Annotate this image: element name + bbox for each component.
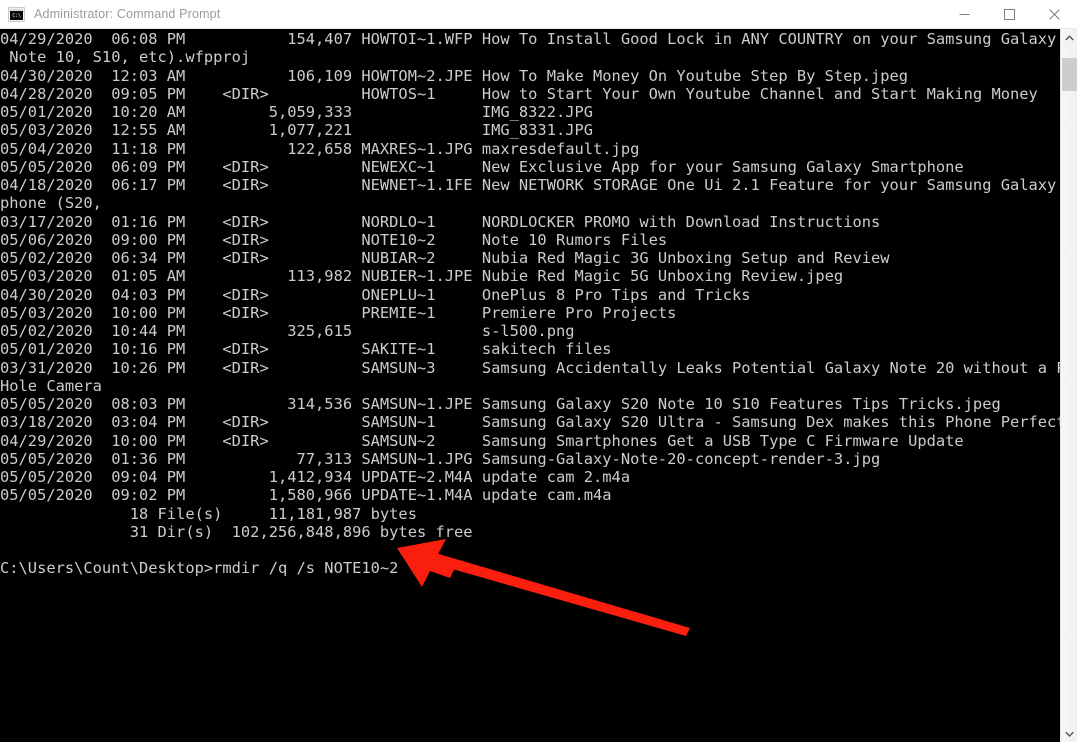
close-icon <box>1049 8 1060 20</box>
chevron-up-icon <box>1064 34 1074 40</box>
scrollbar-track-lower[interactable] <box>1061 91 1077 725</box>
icon-glyph: C:\ <box>10 10 23 20</box>
window-title: Administrator: Command Prompt <box>34 7 221 21</box>
scrollbar-thumb[interactable] <box>1062 58 1077 91</box>
maximize-button[interactable] <box>987 0 1032 29</box>
scroll-down-button[interactable] <box>1061 725 1077 742</box>
console-text: 04/29/2020 06:08 PM 154,407 HOWTOI~1.WFP… <box>0 30 1060 578</box>
window-controls <box>942 0 1077 29</box>
scroll-up-button[interactable] <box>1061 29 1077 46</box>
maximize-icon <box>1004 8 1015 20</box>
command-prompt-icon: C:\ <box>8 6 25 22</box>
title-bar[interactable]: C:\ Administrator: Command Prompt <box>0 0 1077 29</box>
close-button[interactable] <box>1032 0 1077 29</box>
vertical-scrollbar[interactable] <box>1060 29 1077 742</box>
console-output-area[interactable]: 04/29/2020 06:08 PM 154,407 HOWTOI~1.WFP… <box>0 29 1060 742</box>
chevron-down-icon <box>1064 731 1074 737</box>
minimize-icon <box>959 13 970 15</box>
command-prompt-window: C:\ Administrator: Command Prompt 04/29/… <box>0 0 1077 742</box>
scrollbar-track-upper[interactable] <box>1061 46 1077 58</box>
minimize-button[interactable] <box>942 0 987 29</box>
